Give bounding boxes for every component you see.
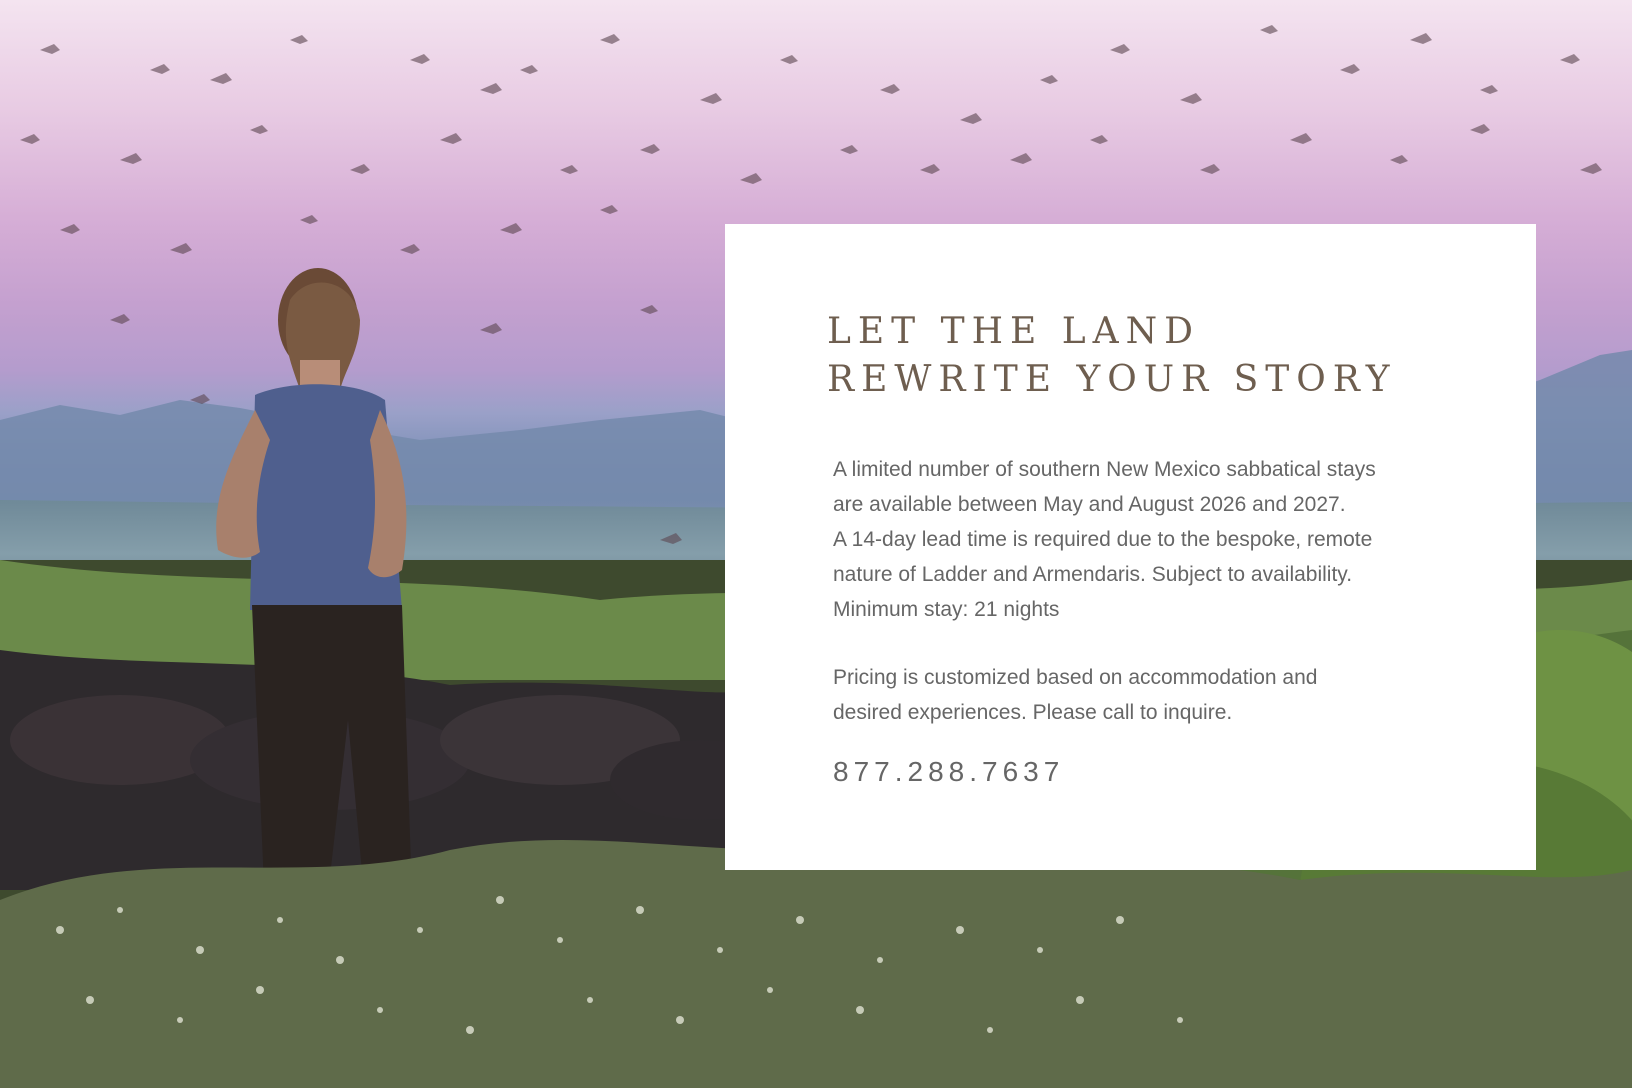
availability-line: nature of Ladder and Armendaris. Subject… bbox=[833, 563, 1353, 586]
availability-line: are available between May and August 202… bbox=[833, 493, 1346, 516]
headline-line-2: REWRITE YOUR STORY bbox=[827, 359, 1397, 400]
sabbatical-info-card: LET THE LAND REWRITE YOUR STORY A limite… bbox=[725, 224, 1536, 870]
pricing-line: desired experiences. Please call to inqu… bbox=[833, 701, 1233, 724]
availability-line: A limited number of southern New Mexico … bbox=[833, 458, 1376, 481]
headline-line-1: LET THE LAND bbox=[827, 311, 1201, 352]
availability-paragraph: A limited number of southern New Mexico … bbox=[833, 452, 1473, 627]
phone-number-link[interactable]: 877.288.7637 bbox=[833, 756, 1064, 788]
availability-line: A 14-day lead time is required due to th… bbox=[833, 528, 1373, 551]
page-headline: LET THE LAND REWRITE YOUR STORY bbox=[827, 308, 1397, 404]
minimum-stay-line: Minimum stay: 21 nights bbox=[833, 598, 1060, 621]
card-body-text: A limited number of southern New Mexico … bbox=[833, 452, 1473, 730]
pricing-line: Pricing is customized based on accommoda… bbox=[833, 666, 1318, 689]
pricing-paragraph: Pricing is customized based on accommoda… bbox=[833, 660, 1473, 730]
